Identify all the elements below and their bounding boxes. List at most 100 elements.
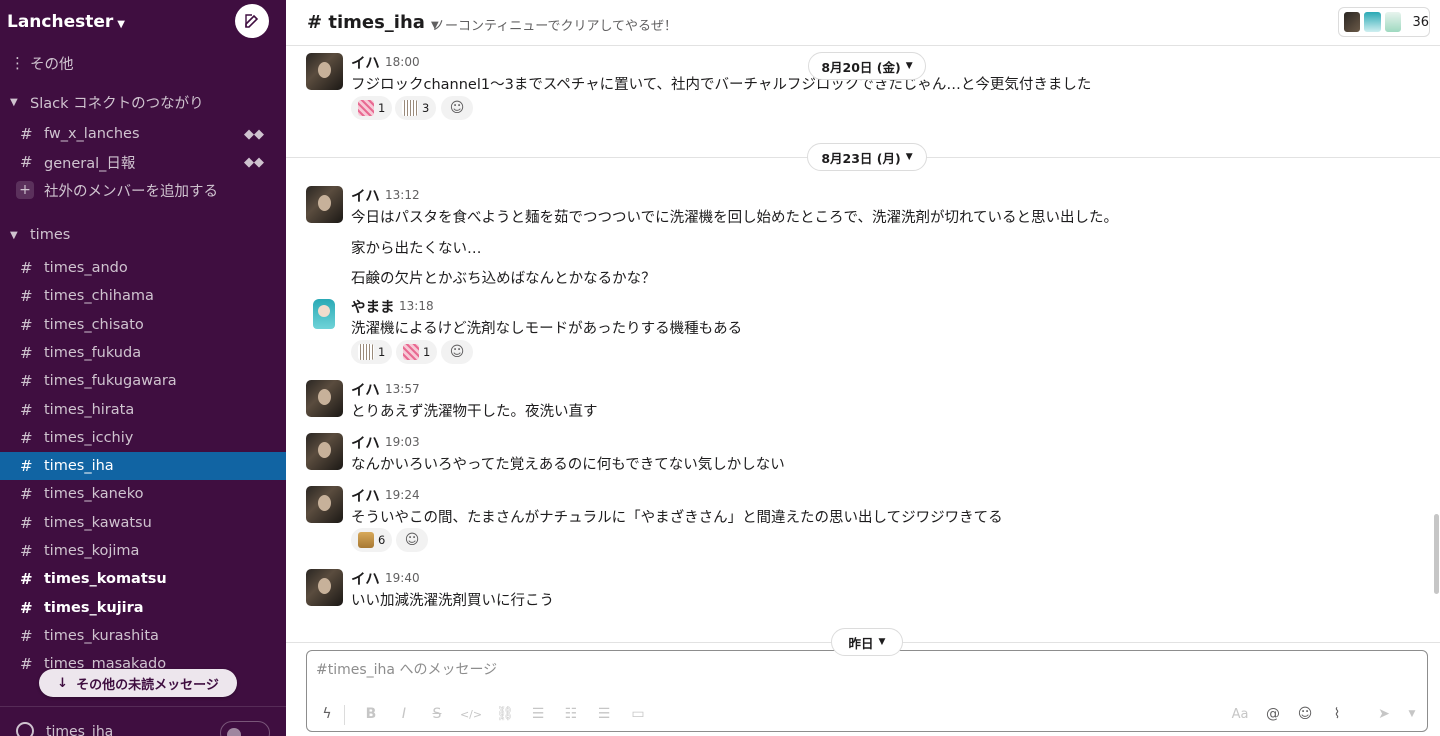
unread-messages-button[interactable]: ↓ その他の未読メッセージ	[39, 669, 237, 697]
message-author[interactable]: イハ	[351, 432, 380, 453]
message-timestamp[interactable]: 13:12	[385, 188, 420, 202]
message-author[interactable]: イハ	[351, 52, 380, 73]
date-divider-button[interactable]: 昨日 ▼	[831, 628, 903, 656]
huddle-toggle[interactable]	[220, 721, 270, 736]
code-block-icon[interactable]: ▭	[627, 703, 649, 725]
message-timestamp[interactable]: 18:00	[385, 55, 420, 69]
bulleted-list-icon[interactable]: ☷	[560, 703, 582, 725]
message-author[interactable]: イハ	[351, 379, 380, 400]
caret-down-icon: ▼	[10, 229, 18, 241]
emoji-icon[interactable]: ☺	[1294, 703, 1316, 725]
reaction-button[interactable]: 1	[396, 340, 438, 364]
message-author[interactable]: やまま	[351, 296, 395, 317]
sidebar-item-label: times_komatsu	[44, 571, 167, 587]
date-divider-button[interactable]: 8月20日 (金) ▼	[808, 52, 926, 80]
workspace-name-button[interactable]: Lanchester ▼	[7, 12, 125, 32]
hash-icon: #	[20, 344, 33, 362]
sidebar-channel-item[interactable]: # times_icchiy	[0, 424, 286, 452]
sidebar-channel-item[interactable]: # times_kaneko	[0, 480, 286, 508]
sidebar-channel-item[interactable]: # times_kurashita	[0, 622, 286, 650]
sidebar-channel-item[interactable]: # times_iha	[0, 452, 286, 480]
shortcuts-lightning-icon[interactable]: ϟ	[316, 703, 338, 725]
message-text: いい加減洗濯洗剤買いに行こう	[351, 593, 554, 609]
add-reaction-button[interactable]: ☺	[441, 340, 473, 364]
strikethrough-icon[interactable]: S	[426, 703, 448, 725]
reaction-count: 1	[378, 345, 386, 359]
custom-emoji-icon	[403, 344, 419, 360]
sidebar-item-general-nippo[interactable]: # general_日報 ◆◆	[0, 148, 286, 176]
compose-button[interactable]	[235, 4, 269, 38]
avatar[interactable]	[306, 53, 343, 90]
sidebar-item-other[interactable]: ⋮ その他	[0, 49, 286, 77]
sidebar-channel-item[interactable]: # times_chisato	[0, 311, 286, 339]
attachment-icon[interactable]: ⌇	[1326, 703, 1348, 725]
avatar[interactable]	[306, 297, 343, 334]
italic-icon[interactable]: I	[393, 703, 415, 725]
sidebar-channel-item[interactable]: # times_kujira	[0, 594, 286, 622]
message-timestamp[interactable]: 19:24	[385, 488, 420, 502]
date-divider-button[interactable]: 8月23日 (月) ▼	[807, 143, 927, 171]
sidebar-channel-item[interactable]: # times_fukugawara	[0, 367, 286, 395]
sidebar-channel-item[interactable]: # times_fukuda	[0, 339, 286, 367]
send-icon[interactable]: ➤	[1373, 703, 1395, 725]
caret-down-icon: ▼	[10, 96, 18, 108]
avatar[interactable]	[306, 380, 343, 417]
composer-toolbar: ϟ B I S </> ⛓ ☰ ☷ ☰ ▭ Aa @ ☺ ⌇ ➤ ▼	[307, 699, 1427, 729]
sidebar-channel-item[interactable]: # times_hirata	[0, 396, 286, 424]
sidebar-channel-item[interactable]: # times_kawatsu	[0, 509, 286, 537]
message-timestamp[interactable]: 19:40	[385, 571, 420, 585]
reaction-button[interactable]: 1	[351, 340, 393, 364]
code-icon[interactable]: </>	[460, 703, 482, 725]
reaction-button[interactable]: 1	[351, 96, 393, 120]
date-label: 8月20日 (金)	[821, 59, 901, 75]
message-timestamp[interactable]: 13:18	[399, 299, 434, 313]
sidebar-channel-item[interactable]: # times_komatsu	[0, 565, 286, 593]
blockquote-icon[interactable]: ☰	[593, 703, 615, 725]
reaction-button[interactable]: 3	[395, 96, 437, 120]
message-author[interactable]: イハ	[351, 568, 380, 589]
scrollbar[interactable]	[1434, 514, 1439, 594]
message-input[interactable]	[316, 659, 1406, 681]
sidebar-item-label: 社外のメンバーを追加する	[44, 183, 218, 200]
message-text: 石鹸の欠片とかぶち込めばなんとかなるかな？	[351, 271, 656, 287]
ordered-list-icon[interactable]: ☰	[527, 703, 549, 725]
sidebar-item-label: times_chisato	[44, 317, 144, 333]
mention-icon[interactable]: @	[1262, 703, 1284, 725]
avatar[interactable]	[306, 186, 343, 223]
message-composer: ϟ B I S </> ⛓ ☰ ☷ ☰ ▭ Aa @ ☺ ⌇ ➤ ▼	[306, 650, 1428, 732]
section-label: Slack コネクトのつながり	[30, 95, 204, 112]
hash-icon: #	[20, 153, 33, 171]
channel-topic[interactable]: ノーコンティニューでクリアしてやるぜ！	[432, 15, 677, 34]
add-reaction-button[interactable]: ☺	[441, 96, 473, 120]
toggle-knob	[227, 728, 241, 736]
sidebar-channel-item[interactable]: # times_ando	[0, 254, 286, 282]
bold-icon[interactable]: B	[360, 703, 382, 725]
link-icon[interactable]: ⛓	[494, 703, 516, 725]
add-reaction-button[interactable]: ☺	[396, 528, 428, 552]
avatar[interactable]	[306, 433, 343, 470]
message-timestamp[interactable]: 13:57	[385, 382, 420, 396]
member-avatar	[1363, 11, 1382, 33]
message-timestamp[interactable]: 19:03	[385, 435, 420, 449]
section-slack-connect[interactable]: ▼ Slack コネクトのつながり	[0, 88, 286, 116]
sidebar-item-label: times_kurashita	[44, 628, 159, 644]
sidebar-item-label: times_chihama	[44, 288, 154, 304]
members-button[interactable]: 36	[1338, 7, 1430, 37]
reaction-button[interactable]: 6	[351, 528, 393, 552]
sidebar-item-fw-x-lanches[interactable]: # fw_x_lanches ◆◆	[0, 120, 286, 148]
message-author[interactable]: イハ	[351, 185, 380, 206]
sidebar-channel-item[interactable]: # times_kojima	[0, 537, 286, 565]
sidebar-item-label: times_ando	[44, 260, 128, 276]
date-label: 8月23日 (月)	[821, 150, 901, 166]
avatar[interactable]	[306, 569, 343, 606]
channel-name-button[interactable]: # times_iha ▼	[307, 12, 439, 33]
formatting-toggle-button[interactable]: Aa	[1229, 703, 1251, 725]
send-options-chevron-icon[interactable]: ▼	[1401, 703, 1423, 725]
sidebar-channel-item[interactable]: # times_chihama	[0, 282, 286, 310]
hash-icon: #	[20, 542, 33, 560]
message-author[interactable]: イハ	[351, 485, 380, 506]
section-times[interactable]: ▼ times	[0, 221, 286, 249]
add-external-member-button[interactable]: + 社外のメンバーを追加する	[0, 176, 286, 204]
avatar[interactable]	[306, 486, 343, 523]
huddle-channel-label: times_iha	[46, 724, 114, 736]
